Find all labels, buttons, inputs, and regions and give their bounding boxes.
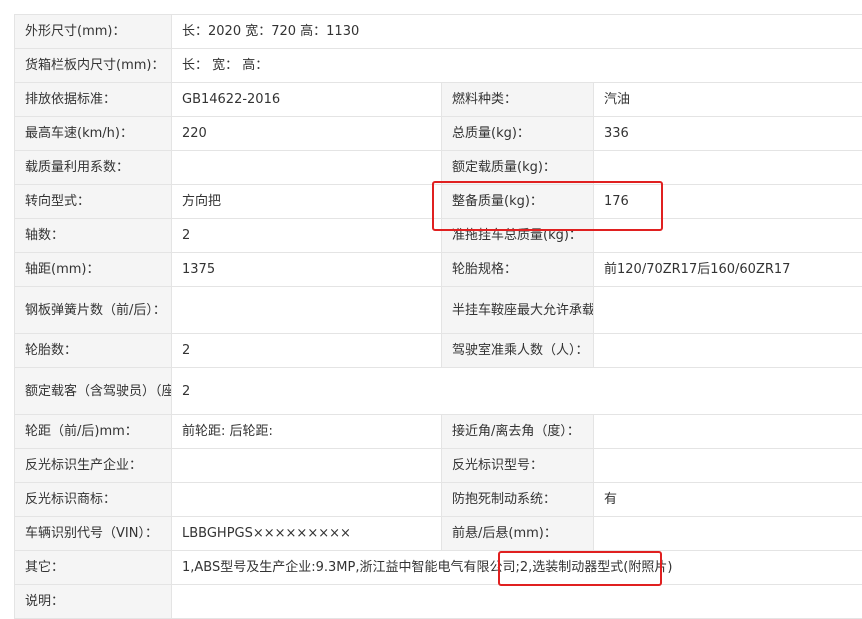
spec-value: 1375 [172,253,442,287]
spec-label: 反光标识商标： [15,483,172,517]
spec-value: GB14622-2016 [172,83,442,117]
spec-label: 钢板弹簧片数（前/后）： [15,287,172,334]
spec-label: 反光标识生产企业： [15,449,172,483]
spec-label: 燃料种类： [442,83,594,117]
spec-label: 轴数： [15,219,172,253]
spec-value [172,483,442,517]
table-row: 反光标识商标： 防抱死制动系统： 有 [15,483,862,517]
spec-value [594,415,862,449]
table-row: 轴距(mm)： 1375 轮胎规格： 前120/70ZR17后160/60ZR1… [15,253,862,287]
spec-value: 176 [594,185,862,219]
table-row: 说明： [15,585,862,619]
spec-value: 汽油 [594,83,862,117]
spec-value: 2 [172,219,442,253]
spec-label: 整备质量(kg)： [442,185,594,219]
vehicle-spec-table: 外形尺寸(mm)： 长：2020 宽：720 高：1130 货箱栏板内尺寸(mm… [14,14,862,619]
spec-label: 额定载客（含驾驶员）（座位数）： [15,368,172,415]
spec-label: 接近角/离去角（度）： [442,415,594,449]
spec-value: 方向把 [172,185,442,219]
spec-value [172,151,442,185]
table-row: 排放依据标准： GB14622-2016 燃料种类： 汽油 [15,83,862,117]
spec-label: 轴距(mm)： [15,253,172,287]
table-row: 最高车速(km/h)： 220 总质量(kg)： 336 [15,117,862,151]
table-row: 额定载客（含驾驶员）（座位数）： 2 [15,368,862,415]
spec-label: 准拖挂车总质量(kg)： [442,219,594,253]
table-row: 反光标识生产企业： 反光标识型号： [15,449,862,483]
spec-label: 前悬/后悬(mm)： [442,517,594,551]
spec-value: LBBGHPGS××××××××× [172,517,442,551]
spec-value [594,287,862,334]
spec-value [172,585,862,619]
table-row: 载质量利用系数： 额定载质量(kg)： [15,151,862,185]
spec-value: 长： 宽： 高： [172,49,862,83]
spec-value: 长：2020 宽：720 高：1130 [172,15,862,49]
spec-label: 反光标识型号： [442,449,594,483]
spec-label: 额定载质量(kg)： [442,151,594,185]
spec-value: 前120/70ZR17后160/60ZR17 [594,253,862,287]
spec-value [594,517,862,551]
spec-label: 驾驶室准乘人数（人）： [442,334,594,368]
spec-label: 轮胎数： [15,334,172,368]
spec-label: 载质量利用系数： [15,151,172,185]
spec-label: 半挂车鞍座最大允许承载质量(kg)： [442,287,594,334]
spec-label: 最高车速(km/h)： [15,117,172,151]
table-row: 钢板弹簧片数（前/后）： 半挂车鞍座最大允许承载质量(kg)： [15,287,862,334]
table-row: 轮胎数： 2 驾驶室准乘人数（人）： [15,334,862,368]
spec-value [594,219,862,253]
spec-value [594,151,862,185]
table-row: 货箱栏板内尺寸(mm)： 长： 宽： 高： [15,49,862,83]
spec-value [594,449,862,483]
table-row: 其它： 1,ABS型号及生产企业:9.3MP,浙江益中智能电气有限公司;2,选装… [15,551,862,585]
spec-label: 其它： [15,551,172,585]
spec-value [172,449,442,483]
table-row: 轴数： 2 准拖挂车总质量(kg)： [15,219,862,253]
table-row: 外形尺寸(mm)： 长：2020 宽：720 高：1130 [15,15,862,49]
spec-value [594,334,862,368]
spec-value: 336 [594,117,862,151]
spec-label: 外形尺寸(mm)： [15,15,172,49]
table-row: 轮距（前/后)mm： 前轮距: 后轮距: 接近角/离去角（度）： [15,415,862,449]
spec-label: 排放依据标准： [15,83,172,117]
spec-value [172,287,442,334]
spec-value: 前轮距: 后轮距: [172,415,442,449]
spec-label: 轮距（前/后)mm： [15,415,172,449]
spec-label: 总质量(kg)： [442,117,594,151]
table-row: 车辆识别代号（VIN）： LBBGHPGS××××××××× 前悬/后悬(mm)… [15,517,862,551]
spec-value: 有 [594,483,862,517]
spec-label: 防抱死制动系统： [442,483,594,517]
table-row: 转向型式： 方向把 整备质量(kg)： 176 [15,185,862,219]
spec-value: 2 [172,368,862,415]
spec-label: 货箱栏板内尺寸(mm)： [15,49,172,83]
spec-value: 1,ABS型号及生产企业:9.3MP,浙江益中智能电气有限公司;2,选装制动器型… [172,551,862,585]
spec-label: 车辆识别代号（VIN）： [15,517,172,551]
spec-value: 220 [172,117,442,151]
spec-value: 2 [172,334,442,368]
spec-label: 说明： [15,585,172,619]
spec-label: 轮胎规格： [442,253,594,287]
spec-label: 转向型式： [15,185,172,219]
